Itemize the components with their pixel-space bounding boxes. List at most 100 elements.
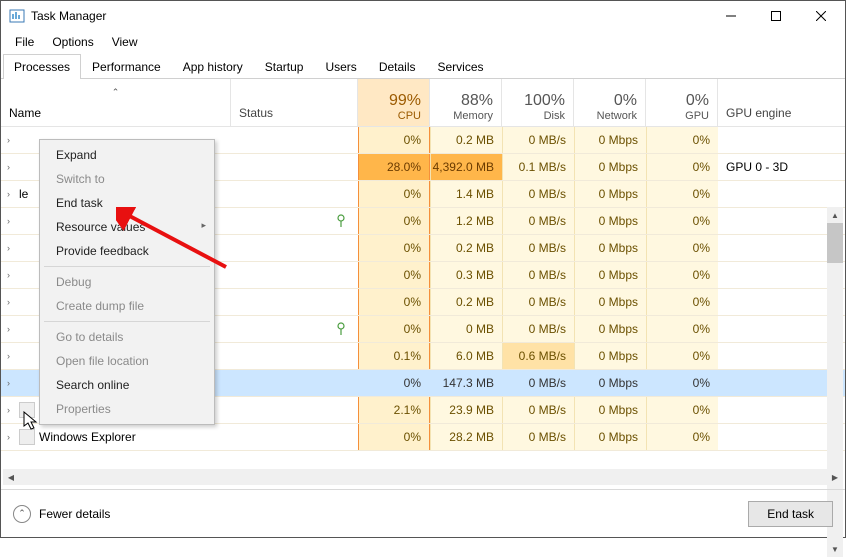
- process-icon: [19, 429, 35, 445]
- expand-icon[interactable]: ›: [7, 432, 15, 442]
- cell-gpu-engine: [718, 370, 833, 396]
- tab-users[interactable]: Users: [314, 54, 367, 79]
- menu-item-expand[interactable]: Expand: [42, 143, 212, 167]
- title-bar: Task Manager: [1, 1, 845, 31]
- menu-item-go-to-details: Go to details: [42, 325, 212, 349]
- cell-cpu: 0%: [358, 424, 430, 450]
- menu-bar: File Options View: [1, 31, 845, 53]
- tab-startup[interactable]: Startup: [254, 54, 315, 79]
- col-gpu-engine[interactable]: GPU engine: [718, 79, 833, 126]
- cell-gpu: 0%: [646, 181, 718, 207]
- col-cpu[interactable]: 99%CPU: [358, 79, 430, 126]
- col-memory[interactable]: 88%Memory: [430, 79, 502, 126]
- expand-icon[interactable]: ›: [7, 270, 15, 280]
- scroll-down-icon[interactable]: ▼: [827, 541, 843, 557]
- cell-memory: 0 MB: [430, 316, 502, 342]
- cell-gpu: 0%: [646, 397, 718, 423]
- expand-icon[interactable]: ›: [7, 162, 15, 172]
- table-row[interactable]: ›Windows Explorer0%28.2 MB0 MB/s0 Mbps0%: [1, 424, 845, 451]
- scroll-up-icon[interactable]: ▲: [827, 207, 843, 223]
- column-headers: ⌃Name Status 99%CPU 88%Memory 100%Disk 0…: [1, 79, 845, 127]
- expand-icon[interactable]: ›: [7, 351, 15, 361]
- menu-item-properties: Properties: [42, 397, 212, 421]
- cell-cpu: 28.0%: [358, 154, 430, 180]
- col-disk[interactable]: 100%Disk: [502, 79, 574, 126]
- end-task-button[interactable]: End task: [748, 501, 833, 527]
- expand-icon[interactable]: ›: [7, 189, 15, 199]
- tab-app-history[interactable]: App history: [172, 54, 254, 79]
- cell-disk: 0.1 MB/s: [502, 154, 574, 180]
- expand-icon[interactable]: ›: [7, 243, 15, 253]
- expand-icon[interactable]: ›: [7, 324, 15, 334]
- tab-processes[interactable]: Processes: [3, 54, 81, 79]
- cell-gpu-engine: [718, 397, 833, 423]
- scroll-thumb[interactable]: [827, 223, 843, 263]
- maximize-button[interactable]: [753, 2, 798, 30]
- cell-status: [231, 181, 358, 207]
- cell-cpu: 0%: [358, 370, 430, 396]
- expand-icon[interactable]: ›: [7, 135, 15, 145]
- col-network[interactable]: 0%Network: [574, 79, 646, 126]
- cell-network: 0 Mbps: [574, 370, 646, 396]
- menu-item-resource-values[interactable]: Resource values: [42, 215, 212, 239]
- cell-gpu: 0%: [646, 424, 718, 450]
- cell-gpu-engine: [718, 289, 833, 315]
- cell-disk: 0 MB/s: [502, 397, 574, 423]
- cell-status: [231, 397, 358, 423]
- horizontal-scrollbar[interactable]: ◀ ▶: [3, 469, 843, 485]
- cell-status: [231, 127, 358, 153]
- expand-icon[interactable]: ›: [7, 297, 15, 307]
- cell-gpu-engine: [718, 181, 833, 207]
- cell-name: ›Windows Explorer: [1, 424, 231, 450]
- cell-status: [231, 370, 358, 396]
- expand-icon[interactable]: ›: [7, 216, 15, 226]
- cell-network: 0 Mbps: [574, 289, 646, 315]
- menu-item-debug: Debug: [42, 270, 212, 294]
- cell-disk: 0 MB/s: [502, 262, 574, 288]
- col-gpu[interactable]: 0%GPU: [646, 79, 718, 126]
- scroll-right-icon[interactable]: ▶: [827, 469, 843, 485]
- cell-network: 0 Mbps: [574, 127, 646, 153]
- cell-gpu: 0%: [646, 127, 718, 153]
- cell-cpu: 0%: [358, 316, 430, 342]
- tab-services[interactable]: Services: [427, 54, 495, 79]
- menu-view[interactable]: View: [104, 33, 146, 49]
- menu-item-end-task[interactable]: End task: [42, 191, 212, 215]
- cell-gpu: 0%: [646, 289, 718, 315]
- cell-gpu-engine: [718, 424, 833, 450]
- sort-indicator-icon: ⌃: [112, 87, 120, 98]
- cell-status: [231, 235, 358, 261]
- cell-gpu: 0%: [646, 235, 718, 261]
- tab-performance[interactable]: Performance: [81, 54, 172, 79]
- cell-disk: 0 MB/s: [502, 181, 574, 207]
- close-button[interactable]: [798, 2, 843, 30]
- cell-status: [231, 343, 358, 369]
- cell-memory: 6.0 MB: [430, 343, 502, 369]
- cell-network: 0 Mbps: [574, 397, 646, 423]
- expand-icon[interactable]: ›: [7, 378, 15, 388]
- cell-memory: 0.3 MB: [430, 262, 502, 288]
- app-icon: [9, 8, 25, 24]
- fewer-details-button[interactable]: ⌃ Fewer details: [13, 505, 110, 523]
- cell-cpu: 2.1%: [358, 397, 430, 423]
- menu-item-search-online[interactable]: Search online: [42, 373, 212, 397]
- cell-network: 0 Mbps: [574, 343, 646, 369]
- cell-disk: 0 MB/s: [502, 424, 574, 450]
- minimize-button[interactable]: [708, 2, 753, 30]
- expand-icon[interactable]: ›: [7, 405, 15, 415]
- cell-disk: 0 MB/s: [502, 289, 574, 315]
- col-name[interactable]: ⌃Name: [1, 79, 231, 126]
- cell-gpu: 0%: [646, 370, 718, 396]
- cell-network: 0 Mbps: [574, 316, 646, 342]
- cell-network: 0 Mbps: [574, 262, 646, 288]
- tab-details[interactable]: Details: [368, 54, 427, 79]
- cell-gpu-engine: [718, 262, 833, 288]
- col-status[interactable]: Status: [231, 79, 358, 126]
- cell-memory: 1.4 MB: [430, 181, 502, 207]
- menu-options[interactable]: Options: [44, 33, 101, 49]
- scroll-left-icon[interactable]: ◀: [3, 469, 19, 485]
- leaf-icon: [334, 322, 348, 336]
- menu-item-provide-feedback[interactable]: Provide feedback: [42, 239, 212, 263]
- cell-gpu: 0%: [646, 343, 718, 369]
- menu-file[interactable]: File: [7, 33, 42, 49]
